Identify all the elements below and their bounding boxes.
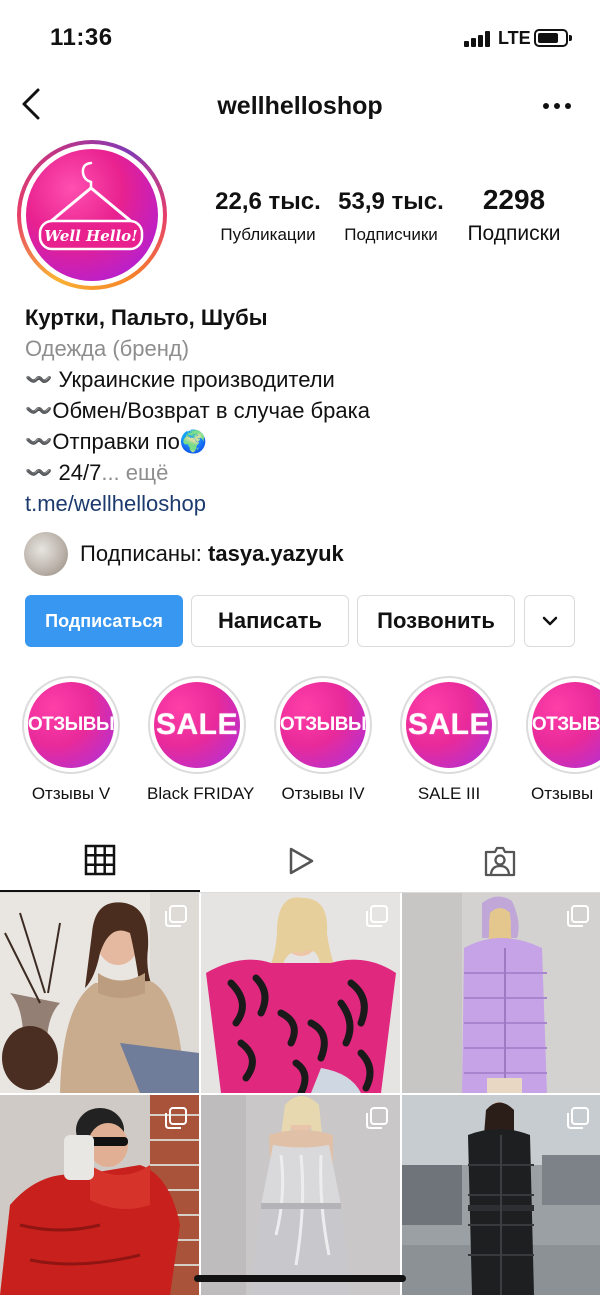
network-label: LTE	[498, 28, 531, 48]
bio-category[interactable]: Одежда (бренд)	[25, 333, 585, 364]
suggested-dropdown-button[interactable]	[524, 595, 575, 647]
status-bar: 11:36 LTE	[0, 0, 600, 76]
follower-avatar	[24, 532, 68, 576]
follow-button[interactable]: Подписаться	[25, 595, 183, 647]
bio-line: 〰️Отправки по🌍	[25, 429, 208, 454]
battery-icon	[534, 29, 572, 47]
tab-reels[interactable]	[200, 830, 400, 892]
highlight-item[interactable]: ОТЗЫВЫ Отзывы IV	[273, 676, 373, 804]
bio-line-last: 〰️ 24/7... ещё	[25, 457, 585, 488]
bio-name: Куртки, Пальто, Шубы	[25, 305, 268, 330]
profile-header: wellhelloshop	[0, 76, 600, 136]
carousel-icon	[165, 1107, 187, 1129]
highlight-cover-text: ОТЗЫВЫ	[280, 714, 366, 735]
tagged-icon	[484, 846, 516, 877]
message-button[interactable]: Написать	[191, 595, 349, 647]
highlight-label: Отзывы V	[31, 784, 111, 803]
following-label: Подписки	[467, 222, 561, 245]
bio-line: 〰️ 24/7	[25, 460, 102, 485]
post-thumbnail[interactable]	[0, 1095, 199, 1295]
posts-count: 22,6 тыс.	[215, 188, 321, 215]
highlight-item[interactable]: ОТЗЫВЫ Отзывы	[526, 676, 600, 804]
profile-username: wellhelloshop	[217, 92, 383, 120]
followed-by-user: tasya.yazyuk	[208, 541, 344, 566]
carousel-icon	[567, 905, 589, 927]
bio-more-link[interactable]: ... ещё	[101, 460, 168, 485]
carousel-icon	[567, 1107, 589, 1129]
call-button[interactable]: Позвонить	[357, 595, 515, 647]
carousel-icon	[366, 1107, 388, 1129]
followers-label: Подписчики	[344, 225, 438, 244]
followed-by-prefix: Подписаны:	[80, 541, 209, 566]
highlight-label: Отзывы	[531, 784, 594, 803]
post-thumbnail[interactable]	[402, 1095, 600, 1295]
post-thumbnail[interactable]	[201, 893, 400, 1093]
highlight-label: Black FRIDAY	[147, 784, 255, 803]
post-thumbnail[interactable]	[201, 1095, 400, 1295]
bio-line: 〰️ Украинские производители	[25, 367, 335, 392]
avatar-logo-text: Well Hello!	[44, 227, 138, 245]
stat-followers[interactable]: 53,9 тыс. Подписчики	[331, 188, 451, 245]
tab-tagged[interactable]	[400, 830, 600, 892]
more-options-icon[interactable]	[542, 86, 572, 126]
bio-website-link[interactable]: t.me/wellhelloshop	[25, 488, 585, 519]
carousel-icon	[366, 905, 388, 927]
followed-by[interactable]: Подписаны: tasya.yazyuk	[24, 532, 584, 578]
carousel-icon	[165, 905, 187, 927]
highlight-cover-text: ОТЗЫВЫ	[532, 714, 600, 735]
followed-by-text: Подписаны: tasya.yazyuk	[80, 541, 344, 567]
post-thumbnail[interactable]	[402, 893, 600, 1093]
highlight-item[interactable]: SALE Black FRIDAY	[147, 676, 255, 804]
stat-following[interactable]: 2298 Подписки	[455, 184, 573, 246]
highlight-cover-text: SALE	[407, 708, 490, 741]
highlight-label: SALE III	[417, 784, 481, 803]
highlight-cover-text: SALE	[155, 708, 238, 741]
home-indicator[interactable]	[194, 1275, 406, 1282]
bio-line: 〰️Обмен/Возврат в случае брака	[25, 398, 370, 423]
highlight-item[interactable]: SALE SALE III	[399, 676, 499, 804]
followers-count: 53,9 тыс.	[338, 188, 444, 215]
status-time: 11:36	[50, 24, 113, 51]
tab-grid[interactable]	[0, 830, 200, 892]
profile-bio: Куртки, Пальто, Шубы Одежда (бренд) 〰️ У…	[25, 302, 585, 519]
signal-icon	[464, 31, 492, 47]
highlight-item[interactable]: ОТЗЫВЫ Отзывы V	[21, 676, 121, 804]
chevron-down-icon	[542, 616, 557, 626]
posts-label: Публикации	[220, 225, 316, 244]
stat-posts[interactable]: 22,6 тыс. Публикации	[207, 188, 329, 245]
highlight-label: Отзывы IV	[281, 784, 365, 803]
profile-tabs	[0, 830, 600, 893]
grid-icon	[84, 844, 116, 876]
profile-avatar[interactable]: Well Hello!	[17, 140, 167, 290]
highlight-cover-text: ОТЗЫВЫ	[28, 714, 114, 735]
post-thumbnail[interactable]	[0, 893, 199, 1093]
reels-icon	[289, 847, 314, 875]
following-count: 2298	[482, 184, 546, 215]
